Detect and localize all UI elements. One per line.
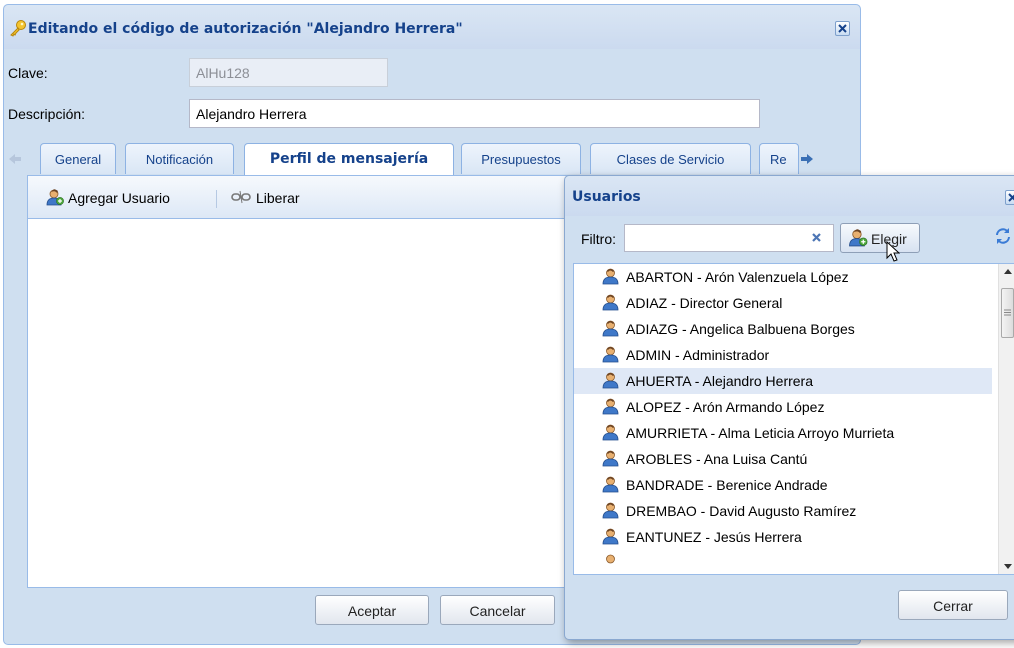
users-popup-close-button[interactable] (1005, 190, 1014, 205)
add-user-icon (849, 229, 868, 247)
grip-icon (1004, 309, 1011, 316)
pick-button[interactable]: Elegir (840, 223, 920, 253)
user-label: AMURRIETA - Alma Leticia Arroyo Murrieta (626, 425, 895, 441)
user-icon (602, 528, 619, 545)
close-button[interactable]: Cerrar (898, 590, 1008, 620)
tab-scroll-right-icon[interactable] (800, 153, 814, 165)
user-label: ABARTON - Arón Valenzuela López (626, 269, 849, 285)
clave-label: Clave: (8, 65, 48, 81)
user-label: ALOPEZ - Arón Armando López (626, 399, 825, 415)
mouse-cursor-icon (886, 241, 900, 262)
cancel-button[interactable]: Cancelar (440, 595, 555, 625)
unlink-icon (231, 190, 251, 204)
user-icon (602, 476, 619, 493)
list-item[interactable]: AROBLES - Ana Luisa Cantú (574, 446, 992, 472)
list-item[interactable]: ABARTON - Arón Valenzuela López (574, 264, 992, 290)
user-icon (602, 294, 619, 311)
tab-truncated[interactable]: Re (759, 143, 799, 174)
user-label: AHUERTA - Alejandro Herrera (626, 373, 813, 389)
scroll-down-icon[interactable] (1004, 564, 1012, 569)
tab-scroll-left-icon[interactable] (8, 153, 22, 165)
user-label: EANTUNEZ - Jesús Herrera (626, 529, 802, 545)
add-user-label: Agregar Usuario (68, 190, 170, 206)
tab-general[interactable]: General (40, 143, 116, 174)
clear-filter-icon[interactable] (811, 232, 822, 243)
user-icon (602, 346, 619, 363)
user-icon (602, 320, 619, 337)
tab-perfil-mensajeria[interactable]: Perfil de mensajería (244, 143, 454, 175)
user-icon (602, 450, 619, 467)
list-item[interactable]: ADIAZ - Director General (574, 290, 992, 316)
user-label: AROBLES - Ana Luisa Cantú (626, 451, 808, 467)
list-item-selected[interactable]: AHUERTA - Alejandro Herrera (574, 368, 992, 394)
user-label: DREMBAO - David Augusto Ramírez (626, 503, 857, 519)
users-popup-title: Usuarios (572, 189, 641, 205)
dialog-header[interactable]: Editando el código de autorización "Alej… (4, 5, 860, 49)
close-icon (1008, 193, 1014, 202)
users-popup-header[interactable]: Usuarios (565, 176, 1014, 216)
descripcion-label: Descripción: (8, 106, 86, 122)
user-icon (602, 502, 619, 519)
add-user-icon (46, 189, 64, 206)
key-icon (10, 20, 26, 37)
tab-clases-servicio[interactable]: Clases de Servicio (590, 143, 751, 174)
dialog-title: Editando el código de autorización "Alej… (28, 21, 463, 37)
scroll-up-icon[interactable] (1004, 269, 1012, 274)
user-icon (602, 424, 619, 441)
list-item[interactable]: ADMIN - Administrador (574, 342, 992, 368)
user-label: ADIAZG - Angelica Balbuena Borges (626, 321, 855, 337)
filter-label: Filtro: (581, 231, 616, 247)
user-label: BANDRADE - Berenice Andrade (626, 477, 828, 493)
dialog-close-button[interactable] (835, 21, 850, 36)
user-label: ADMIN - Administrador (626, 347, 770, 363)
scrollbar-thumb[interactable] (1001, 288, 1014, 338)
user-label: ADIAZ - Director General (626, 295, 783, 311)
tab-notificacion[interactable]: Notificación (125, 143, 234, 174)
tab-presupuestos[interactable]: Presupuestos (461, 143, 581, 174)
release-label: Liberar (256, 190, 300, 206)
list-item[interactable]: BANDRADE - Berenice Andrade (574, 472, 992, 498)
user-icon (602, 268, 619, 285)
list-item[interactable]: AMURRIETA - Alma Leticia Arroyo Murrieta (574, 420, 992, 446)
users-list-scrollbar[interactable] (998, 264, 1014, 574)
users-list: ABARTON - Arón Valenzuela López ADIAZ - … (573, 263, 1014, 575)
list-item[interactable]: ADIAZG - Angelica Balbuena Borges (574, 316, 992, 342)
refresh-icon[interactable] (994, 227, 1012, 245)
user-icon (602, 372, 619, 389)
users-popup: Usuarios Filtro: Elegir ABARTON - Arón V… (564, 175, 1014, 640)
descripcion-field[interactable]: Alejandro Herrera (189, 99, 760, 128)
filter-bar: Filtro: Elegir (573, 221, 1013, 257)
close-icon (838, 24, 847, 33)
accept-button[interactable]: Aceptar (315, 595, 429, 625)
filter-input[interactable] (624, 224, 834, 252)
clave-field: AlHu128 (189, 58, 388, 87)
toolbar-separator (216, 190, 217, 208)
tab-strip: General Notificación Perfil de mensajerí… (9, 143, 848, 175)
user-icon (606, 554, 615, 564)
list-item[interactable]: DREMBAO - David Augusto Ramírez (574, 498, 992, 524)
user-icon (602, 398, 619, 415)
list-item[interactable]: EANTUNEZ - Jesús Herrera (574, 524, 992, 550)
list-item[interactable]: ALOPEZ - Arón Armando López (574, 394, 992, 420)
